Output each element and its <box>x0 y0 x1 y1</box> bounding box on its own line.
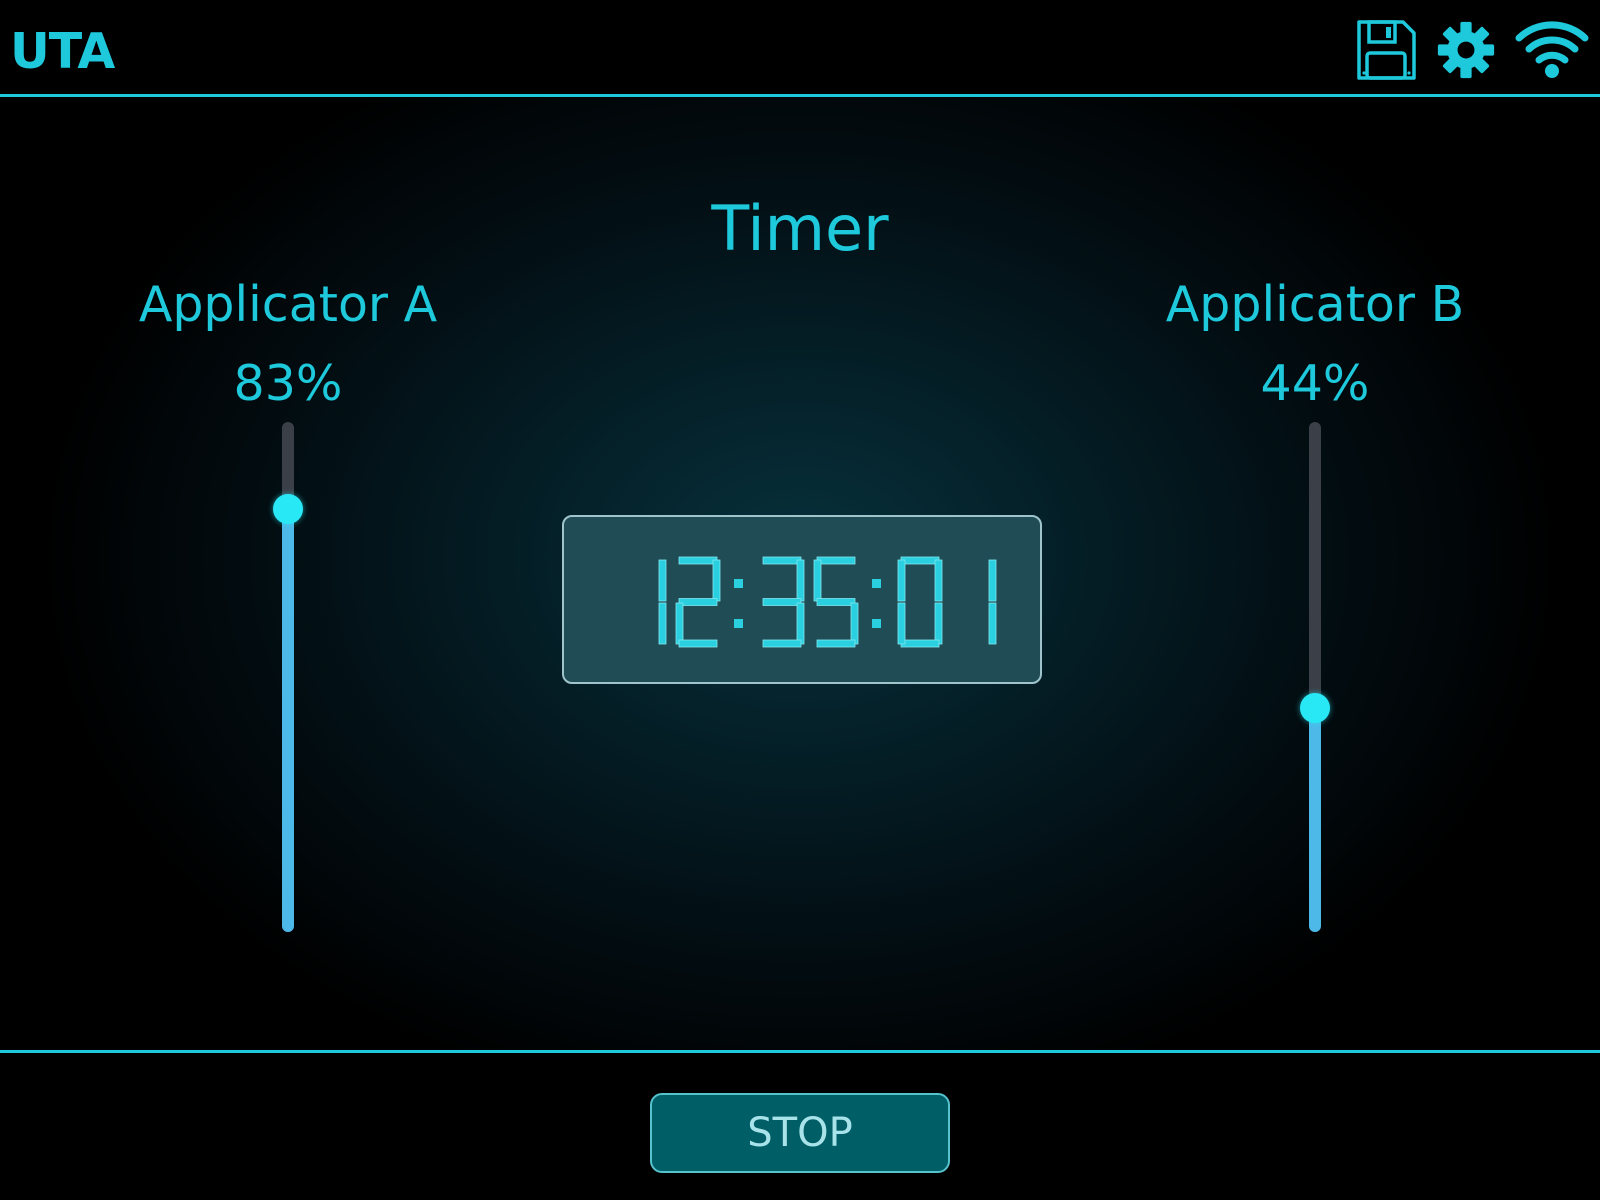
timer-digits <box>658 556 997 648</box>
bottom-bar: STOP <box>0 1050 1600 1200</box>
timer-digit-0 <box>658 559 667 645</box>
timer-digit-2 <box>762 556 805 648</box>
applicator-b-value: 44% <box>1260 355 1370 412</box>
applicator-a-label: Applicator A <box>138 276 438 333</box>
slider-fill <box>1309 707 1321 932</box>
save-icon[interactable] <box>1354 18 1418 82</box>
top-bar: UTA <box>0 0 1600 97</box>
timer-digit-5 <box>988 559 997 645</box>
applicator-b-slider[interactable] <box>1295 422 1335 932</box>
stop-button[interactable]: STOP <box>650 1093 950 1173</box>
slider-fill <box>282 508 294 932</box>
gear-icon[interactable] <box>1436 20 1496 80</box>
app-title: UTA <box>10 23 115 80</box>
applicator-a-slider[interactable] <box>268 422 308 932</box>
app-window: UTA Timer Applicator A 83% Applicator B … <box>0 0 1600 1200</box>
wifi-icon[interactable] <box>1514 16 1590 80</box>
timer-title: Timer <box>711 192 889 265</box>
timer-colon <box>872 579 881 628</box>
slider-thumb[interactable] <box>273 493 303 524</box>
slider-thumb[interactable] <box>1300 692 1330 723</box>
timer-digit-1 <box>675 556 721 648</box>
timer-colon <box>734 579 743 628</box>
main-panel: Timer Applicator A 83% Applicator B 44% <box>0 97 1600 1050</box>
timer-digit-4 <box>897 556 943 648</box>
timer-digit-3 <box>813 556 859 648</box>
timer-display <box>562 515 1042 684</box>
applicator-a-value: 83% <box>233 355 343 412</box>
applicator-b-label: Applicator B <box>1165 276 1465 333</box>
